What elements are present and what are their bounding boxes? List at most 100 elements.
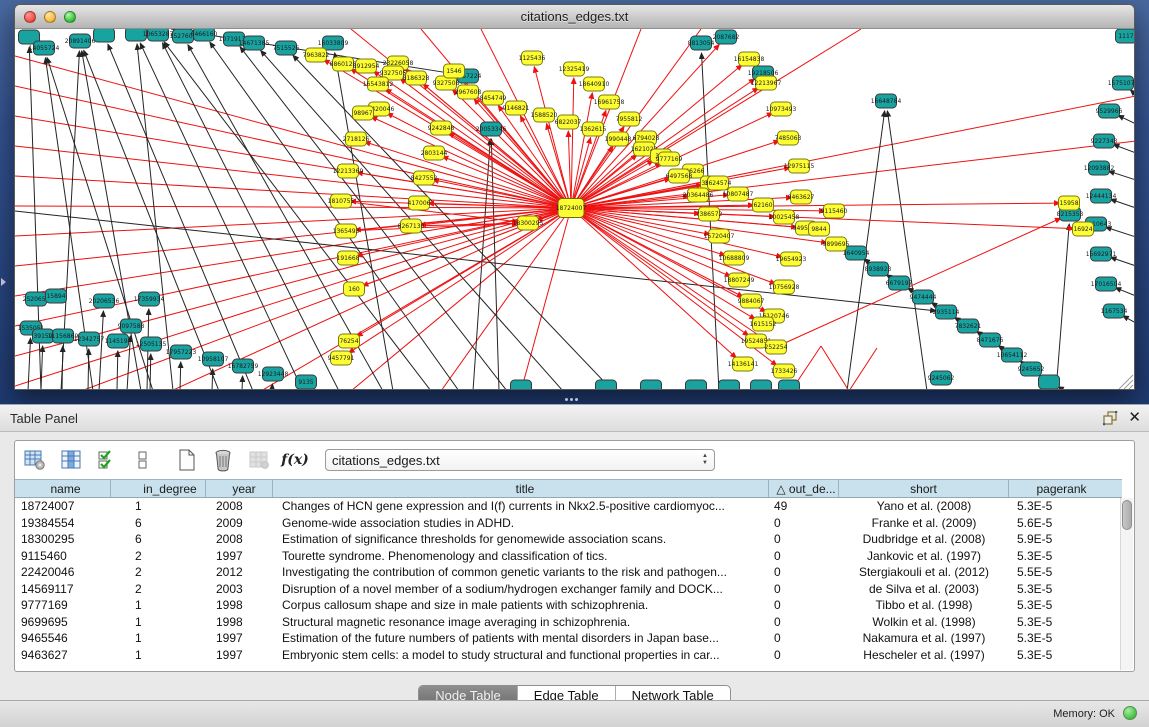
table-row[interactable]: 946554611997Estimation of the future num… [15, 630, 1122, 647]
show-columns-button[interactable] [59, 448, 83, 472]
svg-text:9146821: 9146821 [503, 105, 530, 112]
network-canvas[interactable]: 1405572420891406106532871527602646616010… [15, 29, 1134, 389]
hidden-panel-toggle-icon[interactable] [1, 278, 6, 286]
table-container: f(x) citations_edges.txt ▲▼ name in_degr… [14, 440, 1135, 672]
svg-text:9097588: 9097588 [118, 323, 145, 330]
column-header-short[interactable]: short [839, 480, 1009, 497]
column-header-out-degree[interactable]: △ out_de... [769, 480, 839, 497]
svg-text:20206536: 20206536 [89, 298, 120, 305]
svg-text:16782759: 16782759 [228, 363, 259, 370]
svg-text:62160: 62160 [753, 202, 772, 209]
graph-node[interactable] [719, 380, 740, 389]
table-cell: 49 [769, 498, 839, 515]
table-row[interactable]: 977716911998Corpus callosum shape and si… [15, 597, 1122, 614]
table-mode-button[interactable] [23, 448, 47, 472]
table-row[interactable]: 946362711997Embryonic stem cells: a mode… [15, 647, 1122, 664]
create-column-button[interactable] [175, 448, 199, 472]
window-title: citations_edges.txt [15, 9, 1134, 24]
deselect-all-rows-button[interactable] [131, 448, 155, 472]
table-cell: 1998 [206, 597, 273, 614]
table-cell: 5.3E-5 [1009, 647, 1106, 664]
table-cell: 2008 [206, 498, 273, 515]
column-header-in-degree[interactable]: in_degree [111, 480, 206, 497]
column-header-pagerank[interactable]: pagerank [1009, 480, 1106, 497]
table-cell: Wolkin et al. (1998) [839, 614, 1009, 631]
graph-node[interactable] [751, 380, 772, 389]
column-header-name[interactable]: name [15, 480, 111, 497]
float-panel-icon[interactable] [1102, 410, 1118, 426]
table-cell: Corpus callosum shape and size in male p… [273, 597, 769, 614]
graph-node[interactable] [596, 380, 617, 389]
graph-node[interactable] [779, 380, 800, 389]
svg-text:9245652: 9245652 [1018, 366, 1045, 373]
svg-text:1145194: 1145194 [105, 338, 132, 345]
svg-text:9529966: 9529966 [1096, 108, 1123, 115]
table-cell: 5.9E-5 [1009, 531, 1106, 548]
svg-text:9777169: 9777169 [656, 156, 683, 163]
close-panel-icon[interactable]: ✕ [1128, 410, 1141, 426]
svg-text:6822037: 6822037 [555, 119, 582, 126]
table-rows: 1872400712008Changes of HCN gene express… [15, 498, 1122, 663]
column-header-year[interactable]: year [206, 480, 273, 497]
table-cell: 5.3E-5 [1009, 630, 1106, 647]
column-header-title[interactable]: title [273, 480, 769, 497]
delete-column-button[interactable] [211, 448, 235, 472]
attribute-table: name in_degree year title △ out_de... sh… [15, 479, 1122, 663]
table-cell: Changes of HCN gene expression and I(f) … [273, 498, 769, 515]
table-row[interactable]: 969969511998Structural magnetic resonanc… [15, 614, 1122, 631]
svg-text:18640910: 18640910 [579, 81, 610, 88]
svg-text:9242848: 9242848 [428, 125, 455, 132]
table-cell: Estimation of the future numbers of pati… [273, 630, 769, 647]
svg-text:19654923: 19654923 [776, 256, 807, 263]
svg-text:1588520: 1588520 [531, 112, 558, 119]
table-cell: Estimation of significance thresholds fo… [273, 531, 769, 548]
canvas-resize-grip[interactable] [1119, 375, 1133, 389]
graph-node[interactable] [511, 380, 532, 389]
svg-text:9327508: 9327508 [433, 80, 460, 87]
svg-text:1990448: 1990448 [605, 136, 632, 143]
svg-text:14671385: 14671385 [239, 40, 270, 47]
table-row[interactable]: 1830029562008Estimation of significance … [15, 531, 1122, 548]
svg-text:9884067: 9884067 [738, 298, 765, 305]
network-window-titlebar[interactable]: citations_edges.txt [15, 5, 1134, 29]
svg-text:191668: 191668 [337, 255, 360, 262]
select-all-rows-button[interactable] [95, 448, 119, 472]
svg-text:17016504: 17016504 [1091, 281, 1122, 288]
svg-text:9115460: 9115460 [821, 208, 848, 215]
svg-text:9245062: 9245062 [928, 375, 955, 382]
status-bar: Memory: OK [0, 700, 1149, 727]
table-row[interactable]: 1872400712008Changes of HCN gene express… [15, 498, 1122, 515]
table-cell: 1 [111, 597, 206, 614]
graph-node[interactable] [641, 380, 662, 389]
table-row[interactable]: 1456911722003Disruption of a novel membe… [15, 581, 1122, 598]
network-view-window: citations_edges.txt 14055724208914061065… [14, 4, 1135, 390]
table-cell: Franke et al. (2009) [839, 515, 1009, 532]
table-vertical-scrollbar[interactable] [1120, 498, 1133, 670]
svg-text:18300295: 18300295 [513, 220, 544, 227]
memory-status-indicator[interactable] [1123, 706, 1137, 720]
table-cell: 1 [111, 498, 206, 515]
table-cell: 2 [111, 564, 206, 581]
svg-text:12213369: 12213369 [333, 168, 364, 175]
table-cell: 1997 [206, 647, 273, 664]
table-row[interactable]: 911546021997Tourette syndrome. Phenomeno… [15, 548, 1122, 565]
graph-node[interactable] [94, 29, 115, 42]
panel-splitter-handle[interactable] [565, 398, 583, 403]
svg-text:1546: 1546 [446, 68, 461, 75]
table-cell: 5.3E-5 [1009, 581, 1106, 598]
svg-text:14136141: 14136141 [728, 361, 759, 368]
table-row[interactable]: 1938455462009Genome-wide association stu… [15, 515, 1122, 532]
svg-text:12342757: 12342757 [74, 336, 105, 343]
svg-text:417006: 417006 [408, 200, 431, 207]
table-cell: 18300295 [15, 531, 111, 548]
table-source-select[interactable]: citations_edges.txt ▲▼ [325, 449, 715, 471]
scrollbar-thumb[interactable] [1122, 500, 1132, 530]
function-builder-button[interactable]: f(x) [283, 448, 307, 472]
svg-text:10688809: 10688809 [719, 255, 750, 262]
table-row[interactable]: 2242004622012Investigating the contribut… [15, 564, 1122, 581]
svg-text:20891406: 20891406 [65, 38, 96, 45]
table-cell: 0 [769, 597, 839, 614]
table-cell: 0 [769, 548, 839, 565]
graph-node[interactable] [686, 380, 707, 389]
graph-node[interactable] [1039, 375, 1060, 389]
